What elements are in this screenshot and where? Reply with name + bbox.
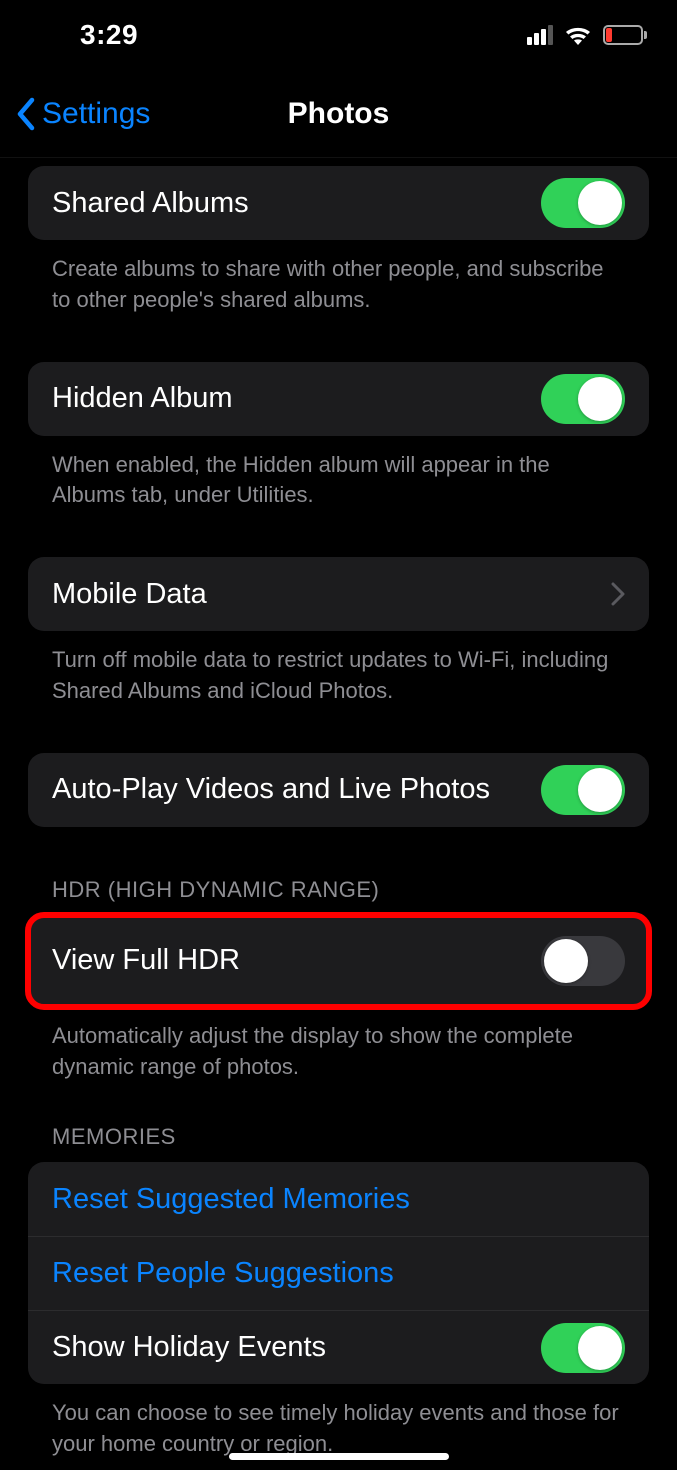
reset-people-label: Reset People Suggestions (52, 1257, 394, 1290)
status-right (527, 24, 647, 46)
mobile-data-cell[interactable]: Mobile Data (28, 557, 649, 631)
reset-suggested-label: Reset Suggested Memories (52, 1183, 410, 1216)
autoplay-label: Auto-Play Videos and Live Photos (52, 773, 490, 806)
back-button[interactable]: Settings (0, 97, 150, 131)
shared-albums-label: Shared Albums (52, 187, 249, 220)
memories-block: Reset Suggested Memories Reset People Su… (28, 1162, 649, 1384)
autoplay-toggle[interactable] (541, 765, 625, 815)
view-full-hdr-label: View Full HDR (52, 944, 240, 977)
hdr-header: HDR (HIGH DYNAMIC RANGE) (28, 827, 649, 915)
chevron-right-icon (611, 582, 625, 606)
status-time: 3:29 (80, 19, 138, 51)
view-full-hdr-toggle[interactable] (541, 936, 625, 986)
hdr-footer: Automatically adjust the display to show… (28, 1007, 649, 1083)
holiday-events-toggle[interactable] (541, 1323, 625, 1373)
holiday-events-cell[interactable]: Show Holiday Events (28, 1310, 649, 1384)
hidden-album-footer: When enabled, the Hidden album will appe… (28, 436, 649, 512)
content: Shared Albums Create albums to share wit… (0, 166, 677, 1460)
shared-albums-toggle[interactable] (541, 178, 625, 228)
shared-albums-cell[interactable]: Shared Albums (28, 166, 649, 240)
reset-people-cell[interactable]: Reset People Suggestions (28, 1236, 649, 1310)
memories-footer: You can choose to see timely holiday eve… (28, 1384, 649, 1460)
back-label: Settings (42, 97, 150, 131)
autoplay-cell[interactable]: Auto-Play Videos and Live Photos (28, 753, 649, 827)
memories-header: MEMORIES (28, 1082, 649, 1162)
chevron-left-icon (16, 97, 36, 131)
hidden-album-cell[interactable]: Hidden Album (28, 362, 649, 436)
home-indicator[interactable] (229, 1453, 449, 1460)
mobile-data-footer: Turn off mobile data to restrict updates… (28, 631, 649, 707)
hidden-album-label: Hidden Album (52, 382, 233, 415)
battery-icon (603, 25, 647, 45)
mobile-data-label: Mobile Data (52, 578, 207, 611)
holiday-events-label: Show Holiday Events (52, 1331, 326, 1364)
shared-albums-footer: Create albums to share with other people… (28, 240, 649, 316)
nav-header: Settings Photos (0, 70, 677, 158)
reset-suggested-cell[interactable]: Reset Suggested Memories (28, 1162, 649, 1236)
cellular-icon (527, 25, 553, 45)
status-bar: 3:29 (0, 0, 677, 70)
hidden-album-toggle[interactable] (541, 374, 625, 424)
view-full-hdr-cell[interactable]: View Full HDR (28, 915, 649, 1007)
wifi-icon (563, 24, 593, 46)
